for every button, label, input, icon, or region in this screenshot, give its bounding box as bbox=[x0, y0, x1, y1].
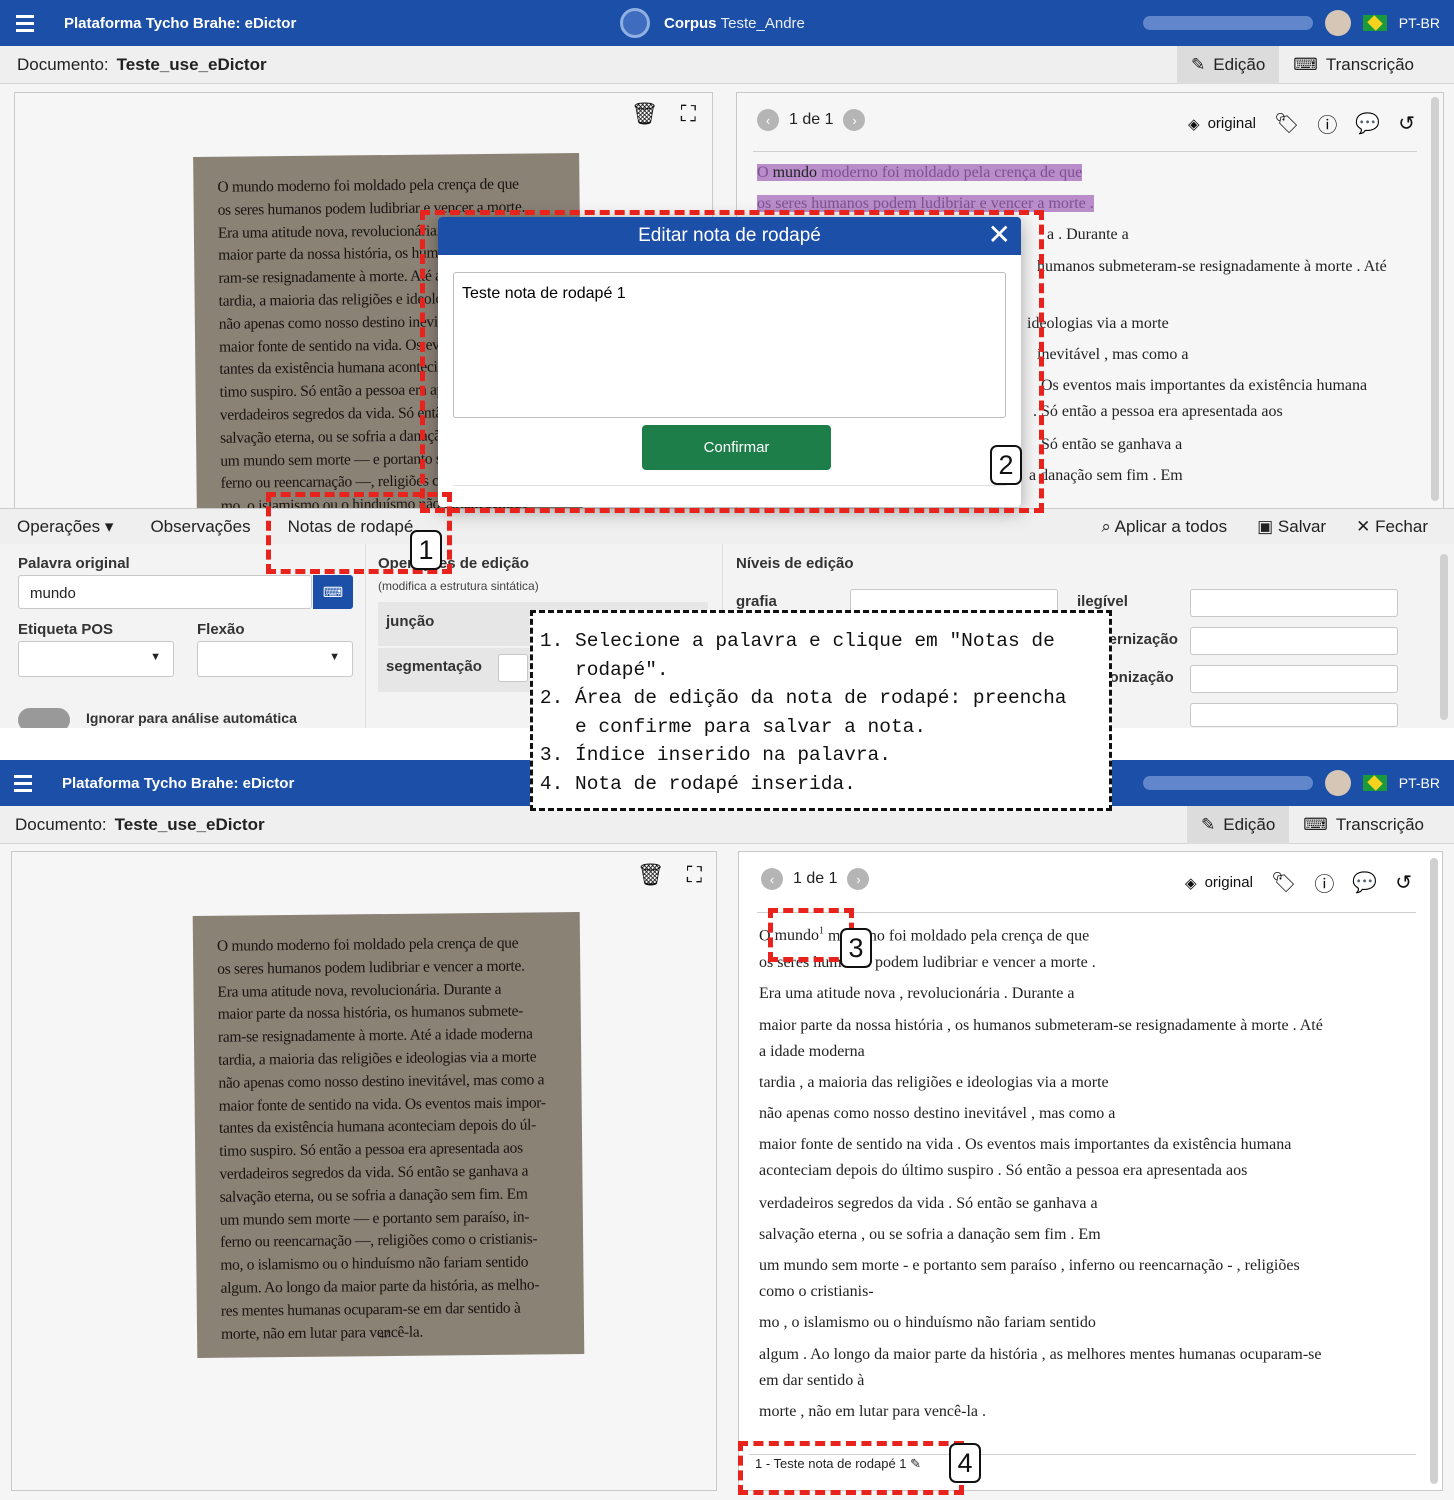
callout-number-4: 4 bbox=[949, 1443, 981, 1483]
layers-icon: ◈ bbox=[1185, 874, 1197, 892]
keyboard-icon: ⌨ bbox=[1293, 55, 1318, 74]
tags-icon[interactable]: 🏷 bbox=[1274, 111, 1299, 136]
segmentation-field[interactable] bbox=[498, 654, 528, 682]
keyboard-icon: ⌨ bbox=[1303, 815, 1328, 834]
apply-all-button[interactable]: ⌕ Aplicar a todos bbox=[1101, 517, 1227, 537]
comments-icon[interactable]: 💬 bbox=[1352, 870, 1377, 895]
corpus-indicator: Corpus Teste_Andre bbox=[620, 0, 805, 46]
extra-field[interactable] bbox=[1190, 703, 1398, 727]
avatar[interactable] bbox=[1324, 770, 1351, 796]
original-word-field[interactable]: mundo bbox=[18, 575, 312, 609]
trash-icon[interactable]: 🗑 bbox=[637, 862, 665, 888]
close-icon: ✕ bbox=[1356, 517, 1371, 536]
menu-icon[interactable] bbox=[16, 14, 34, 32]
user-name-blurred bbox=[1142, 16, 1313, 30]
app-title: Plataforma Tycho Brahe: eDictor bbox=[62, 774, 295, 792]
comments-icon[interactable]: 💬 bbox=[1355, 111, 1380, 136]
keyboard-icon: ⌨ bbox=[322, 583, 344, 600]
save-button[interactable]: ▣ Salvar bbox=[1257, 517, 1326, 537]
instruction-item: Área de edição da nota de rodapé: preenc… bbox=[575, 684, 1089, 741]
trash-icon[interactable]: 🗑 bbox=[631, 101, 659, 127]
operations-menu[interactable]: Operações ▾ bbox=[17, 517, 113, 537]
inflection-select[interactable]: ▼ bbox=[197, 641, 353, 677]
prev-page-icon[interactable]: ‹ bbox=[761, 868, 783, 890]
transcription-mode-button[interactable]: ⌨ Transcrição bbox=[1279, 46, 1428, 84]
illegible-field[interactable] bbox=[1190, 589, 1398, 617]
language-label[interactable]: PT-BR bbox=[1399, 775, 1440, 791]
scanned-page-image: O mundo moderno foi moldado pela crença … bbox=[192, 911, 585, 1359]
language-label[interactable]: PT-BR bbox=[1399, 15, 1440, 31]
next-page-icon[interactable]: › bbox=[843, 109, 866, 131]
undo-icon[interactable]: ↺ bbox=[1398, 111, 1415, 136]
instruction-item: Índice inserido na palavra. bbox=[575, 741, 1089, 770]
original-toggle[interactable]: ◈ original bbox=[1188, 115, 1256, 133]
edit-mode-button[interactable]: ✎ Edição bbox=[1177, 46, 1280, 84]
menu-icon[interactable] bbox=[14, 774, 32, 792]
close-button[interactable]: ✕ Fechar bbox=[1356, 517, 1428, 537]
prev-page-icon[interactable]: ‹ bbox=[757, 109, 779, 131]
page-indicator: 1 de 1 bbox=[793, 870, 838, 887]
brazil-flag-icon[interactable] bbox=[1362, 775, 1387, 791]
document-bar: Documento: Teste_use_eDictor ✎ Edição ⌨ Tra… bbox=[0, 46, 1454, 84]
image-panel: 🗑 ⛶ O mundo moderno foi moldado pela cre… bbox=[11, 851, 717, 1491]
callout-number-1: 1 bbox=[410, 530, 442, 570]
selected-word-line[interactable]: O mundo moderno foi moldado pela crença … bbox=[757, 164, 1083, 181]
callout-number-2: 2 bbox=[990, 445, 1022, 485]
fullscreen-icon[interactable]: ⛶ bbox=[681, 101, 696, 127]
screenshot-bottom: Plataforma Tycho Brahe: eDictor PT-BR Do… bbox=[0, 760, 1454, 1500]
edit-icon: ✎ bbox=[1201, 815, 1216, 834]
next-page-icon[interactable]: › bbox=[847, 868, 870, 890]
undo-icon[interactable]: ↺ bbox=[1395, 870, 1412, 895]
info-icon[interactable]: ⓘ bbox=[1314, 868, 1334, 897]
floppy-icon: ▣ bbox=[1257, 517, 1274, 536]
info-icon[interactable]: ⓘ bbox=[1317, 109, 1337, 138]
instruction-item: Nota de rodapé inserida. bbox=[575, 770, 1089, 799]
layers-icon: ◈ bbox=[1188, 115, 1200, 133]
callout-number-3: 3 bbox=[840, 928, 872, 968]
top-bar: Plataforma Tycho Brahe: eDictor Corpus T… bbox=[0, 0, 1454, 46]
document-name: Teste_use_eDictor bbox=[114, 814, 265, 834]
observations-tab[interactable]: Observações bbox=[150, 517, 250, 537]
chevron-down-icon: ▼ bbox=[150, 651, 161, 663]
brazil-flag-icon[interactable] bbox=[1362, 15, 1387, 31]
standardization-field[interactable] bbox=[1190, 665, 1398, 693]
modernization-field[interactable] bbox=[1190, 627, 1398, 655]
fullscreen-icon[interactable]: ⛶ bbox=[687, 862, 702, 888]
edit-icon: ✎ bbox=[1191, 55, 1206, 74]
tags-icon[interactable]: 🏷 bbox=[1271, 870, 1296, 895]
operations-bar: Operações ▾ Observações Notas de rodapé … bbox=[0, 508, 1454, 544]
pos-select[interactable]: ▼ bbox=[18, 641, 174, 677]
document-name: Teste_use_eDictor bbox=[116, 54, 267, 74]
instruction-item: Selecione a palavra e clique em "Notas d… bbox=[575, 627, 1089, 684]
page-indicator: 1 de 1 bbox=[789, 111, 834, 128]
transcription-mode-button[interactable]: ⌨ Transcrição bbox=[1289, 806, 1438, 844]
avatar[interactable] bbox=[1324, 10, 1351, 36]
instructions-box: Selecione a palavra e clique em "Notas d… bbox=[530, 610, 1112, 811]
callout-box-4 bbox=[738, 1441, 964, 1495]
original-toggle[interactable]: ◈ original bbox=[1185, 874, 1253, 892]
callout-box-2 bbox=[420, 210, 1044, 513]
corpus-logo-icon bbox=[620, 8, 650, 38]
app-title: Plataforma Tycho Brahe: eDictor bbox=[64, 14, 297, 32]
chevron-down-icon: ▼ bbox=[329, 651, 340, 663]
keyboard-button[interactable]: ⌨ bbox=[313, 575, 353, 609]
search-icon: ⌕ bbox=[1101, 517, 1111, 536]
user-name-blurred bbox=[1142, 776, 1313, 790]
ignore-toggle[interactable] bbox=[18, 708, 70, 728]
edit-mode-button[interactable]: ✎ Edição bbox=[1187, 806, 1290, 844]
page-number: 47 bbox=[379, 1330, 390, 1342]
document-bar: Documento: Teste_use_eDictor ✎ Edição ⌨ Tra… bbox=[0, 806, 1454, 844]
